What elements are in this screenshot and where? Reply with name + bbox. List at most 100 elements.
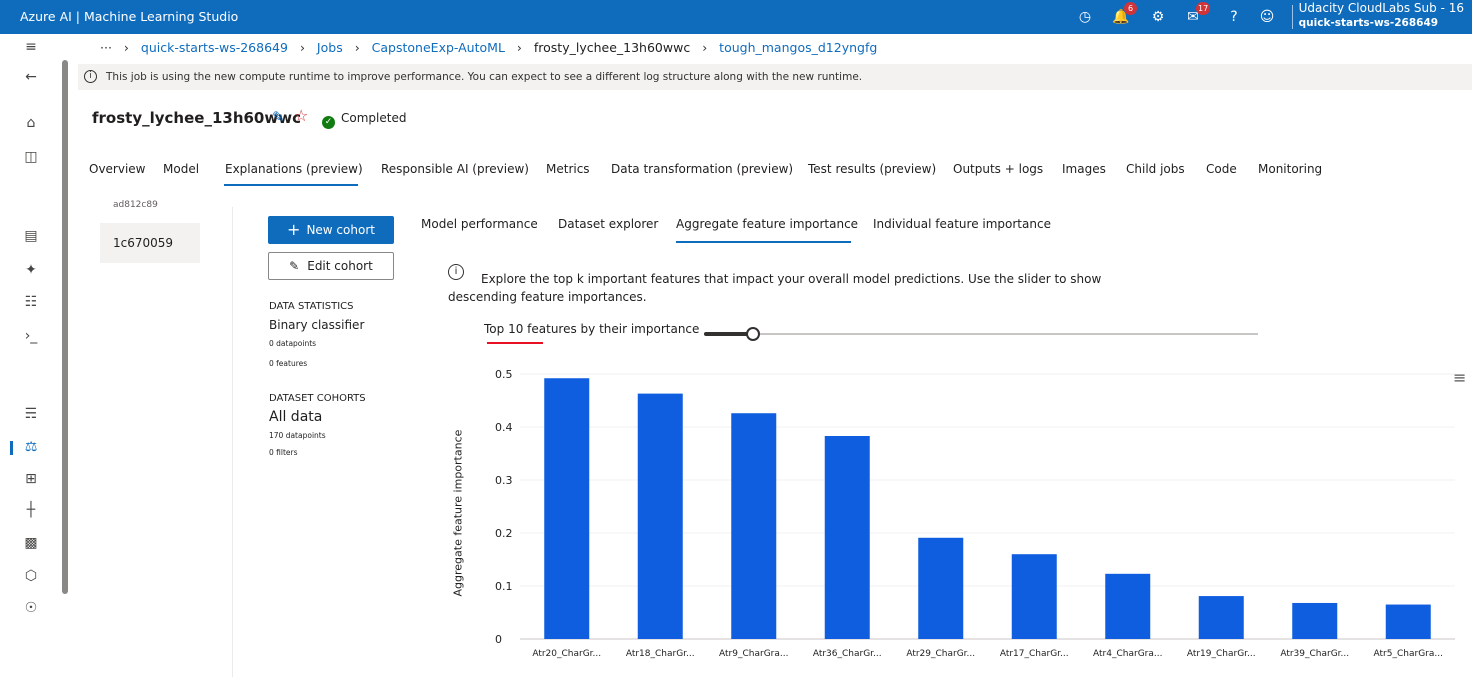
x-tick-label: Atr9_CharGra...: [719, 649, 788, 659]
data-statistics-heading: DATA STATISTICS: [269, 301, 354, 312]
automl-icon[interactable]: ✦: [22, 261, 40, 279]
breadcrumb-job[interactable]: frosty_lychee_13h60wwc: [534, 40, 690, 55]
tab-data-transformation[interactable]: Data transformation (preview): [611, 162, 793, 176]
catalog-icon[interactable]: ◫: [22, 148, 40, 166]
info-text-line1: Explore the top k important features tha…: [481, 272, 1102, 286]
environments-icon[interactable]: ▩: [22, 534, 40, 552]
clock-icon[interactable]: ◷: [1076, 8, 1094, 26]
smiley-icon[interactable]: ☺: [1258, 8, 1276, 26]
jobs-flask-icon[interactable]: ⚖: [22, 438, 40, 456]
y-tick-label: 0.1: [495, 580, 513, 593]
workspace-name: quick-starts-ws-268649: [1298, 17, 1439, 29]
favorite-star-icon[interactable]: ☆: [294, 106, 308, 125]
gear-icon[interactable]: ⚙: [1149, 8, 1167, 26]
endpoints-icon[interactable]: ☉: [22, 599, 40, 617]
account-menu[interactable]: Udacity CloudLabs Sub - 16 quick-starts-…: [1299, 1, 1464, 31]
help-icon[interactable]: ?: [1225, 8, 1243, 26]
x-tick-label: Atr20_CharGr...: [532, 649, 601, 659]
x-tick-label: Atr5_CharGra...: [1374, 649, 1443, 659]
active-tab-indicator: [224, 184, 358, 186]
edit-cohort-button[interactable]: ✎ Edit cohort: [268, 252, 394, 280]
x-tick-label: Atr39_CharGr...: [1280, 649, 1349, 659]
subtab-dataset-explorer[interactable]: Dataset explorer: [558, 217, 658, 231]
bar-10[interactable]: [1385, 604, 1431, 639]
bar-8[interactable]: [1198, 596, 1244, 639]
info-circle-icon[interactable]: i: [448, 264, 464, 280]
notebook-icon[interactable]: ▤: [22, 227, 40, 245]
explanation-id-item[interactable]: 1c670059: [100, 223, 200, 263]
tab-outputs-logs[interactable]: Outputs + logs: [953, 162, 1043, 176]
bar-2[interactable]: [637, 393, 683, 639]
x-tick-label: Atr29_CharGr...: [906, 649, 975, 659]
bar-4[interactable]: [824, 436, 870, 639]
datapoints-count: 0 datapoints: [269, 339, 317, 348]
pane-divider: [232, 207, 233, 677]
tab-monitoring[interactable]: Monitoring: [1258, 162, 1322, 176]
top-k-slider-track[interactable]: [704, 333, 1258, 335]
bar-9[interactable]: [1292, 602, 1338, 639]
slider-label: Top 10 features by their importance: [484, 322, 700, 336]
scrollbar-thumb[interactable]: [62, 60, 68, 594]
models-cube-icon[interactable]: ⬡: [22, 567, 40, 585]
subtab-individual-feature-importance[interactable]: Individual feature importance: [873, 217, 1051, 231]
tab-overview[interactable]: Overview: [89, 162, 146, 176]
notifications-badge: 6: [1124, 2, 1137, 15]
tab-explanations[interactable]: Explanations (preview): [225, 162, 363, 176]
top-k-slider-thumb[interactable]: [746, 327, 760, 341]
tab-model[interactable]: Model: [163, 162, 199, 176]
account-name: Udacity CloudLabs Sub - 16: [1298, 1, 1464, 15]
data-icon[interactable]: ☴: [22, 405, 40, 423]
tab-images[interactable]: Images: [1062, 162, 1106, 176]
page-title: frosty_lychee_13h60wwc: [92, 109, 301, 127]
x-tick-label: Atr17_CharGr...: [1000, 649, 1069, 659]
new-cohort-button[interactable]: + New cohort: [268, 216, 394, 244]
breadcrumb-workspace[interactable]: quick-starts-ws-268649: [141, 40, 288, 55]
components-icon[interactable]: ⊞: [22, 470, 40, 488]
breadcrumb-jobs[interactable]: Jobs: [317, 40, 343, 55]
bar-7[interactable]: [1105, 573, 1151, 639]
plus-icon: +: [287, 220, 301, 239]
breadcrumb-child-job[interactable]: tough_mangos_d12yngfg: [719, 40, 877, 55]
subtab-aggregate-feature-importance[interactable]: Aggregate feature importance: [676, 217, 858, 231]
edit-pencil-icon[interactable]: ✎: [272, 108, 285, 126]
tab-child-jobs[interactable]: Child jobs: [1126, 162, 1185, 176]
breadcrumb-experiment[interactable]: CapstoneExp-AutoML: [372, 40, 505, 55]
bar-1[interactable]: [544, 378, 590, 639]
home-icon[interactable]: ⌂: [22, 114, 40, 132]
hamburger-icon[interactable]: ≡: [22, 38, 40, 56]
x-tick-label: Atr19_CharGr...: [1187, 649, 1256, 659]
y-tick-label: 0.3: [495, 474, 513, 487]
y-tick-label: 0: [495, 633, 502, 646]
subtab-model-performance[interactable]: Model performance: [421, 217, 538, 231]
y-tick-label: 0.2: [495, 527, 513, 540]
active-subtab-indicator: [676, 241, 851, 243]
notice-text: This job is using the new compute runtim…: [106, 71, 863, 83]
app-title[interactable]: Azure AI | Machine Learning Studio: [20, 9, 238, 24]
breadcrumb-more[interactable]: ···: [100, 40, 112, 55]
x-tick-label: Atr36_CharGr...: [813, 649, 882, 659]
tab-code[interactable]: Code: [1206, 162, 1237, 176]
left-nav-rail: ≡ ← ⌂ ◫ ▤ ✦ ☷ ›_ ☴ ⚖ ⊞ ┼ ▩ ⬡ ☉: [0, 34, 56, 677]
prompt-flow-icon[interactable]: ›_: [22, 327, 40, 345]
chart-y-axis-label: Aggregate feature importance: [451, 429, 465, 597]
bar-6[interactable]: [1011, 554, 1057, 639]
top-k-slider-fill: [704, 332, 752, 336]
y-tick-label: 0.5: [495, 368, 513, 381]
divider: [1292, 5, 1293, 29]
bar-5[interactable]: [918, 537, 964, 639]
scrollbar[interactable]: [60, 34, 70, 677]
classifier-type: Binary classifier: [269, 318, 365, 332]
x-tick-label: Atr4_CharGra...: [1093, 649, 1162, 659]
pipelines-icon[interactable]: ┼: [22, 501, 40, 519]
back-arrow-icon[interactable]: ←: [22, 68, 40, 86]
active-indicator: [10, 441, 13, 455]
explanation-id-partial[interactable]: ad812c89: [113, 200, 158, 208]
tab-responsible-ai[interactable]: Responsible AI (preview): [381, 162, 529, 176]
tab-test-results[interactable]: Test results (preview): [808, 162, 936, 176]
feedback-badge: 17: [1196, 2, 1211, 15]
tab-metrics[interactable]: Metrics: [546, 162, 590, 176]
designer-icon[interactable]: ☷: [22, 293, 40, 311]
check-circle-icon: ✓: [322, 116, 335, 129]
info-icon: i: [84, 70, 97, 83]
bar-3[interactable]: [731, 413, 777, 639]
